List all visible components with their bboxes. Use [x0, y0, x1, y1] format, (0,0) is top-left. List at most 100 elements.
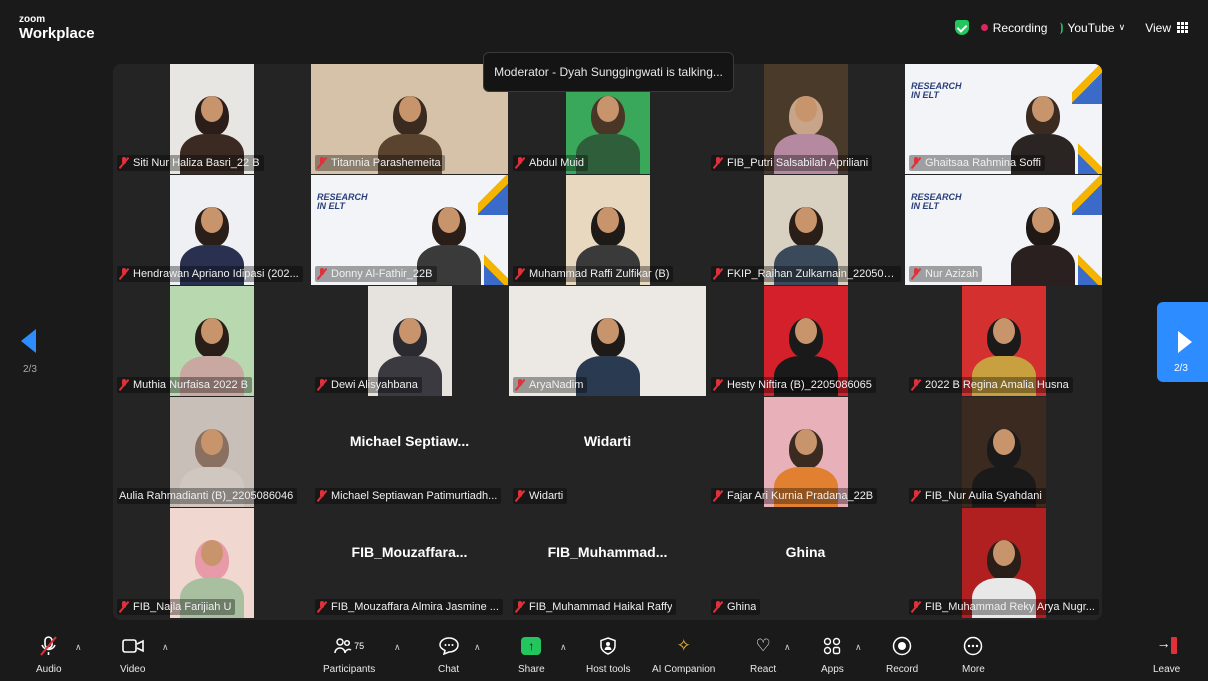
shield-check-icon[interactable]: [954, 20, 969, 35]
audio-button[interactable]: Audio: [36, 634, 62, 678]
participant-tile[interactable]: Aulia Rahmadianti (B)_2205086046: [113, 397, 310, 507]
host-tools-button[interactable]: Host tools: [586, 634, 630, 678]
share-options-caret-icon[interactable]: ∧: [560, 642, 567, 653]
participant-tile[interactable]: FIB_Muhammad... FIB_Muhammad Haikal Raffy: [509, 508, 706, 618]
participant-name-label: AryaNadim: [513, 377, 588, 393]
participant-name: FIB_Mouzaffara Almira Jasmine ...: [331, 601, 499, 613]
video-options-caret-icon[interactable]: ∧: [162, 642, 169, 653]
participant-tile[interactable]: Widarti Widarti: [509, 397, 706, 507]
arrow-left-icon: [21, 329, 36, 353]
participant-tile[interactable]: FKIP_Raihan Zulkarnain_2205086...: [707, 175, 904, 285]
prev-page-button[interactable]: 2/3: [15, 300, 51, 380]
participant-name-label: 2022 B Regina Amalia Husna: [909, 377, 1073, 393]
participants-options-caret-icon[interactable]: ∧: [394, 642, 401, 653]
muted-mic-icon: [911, 157, 921, 169]
ai-companion-label: AI Companion: [652, 664, 716, 675]
muted-mic-icon: [119, 268, 129, 280]
zoom-meeting-window: zoom Workplace Recording ⦘ YouTube ∨ Vie…: [0, 0, 1208, 681]
participant-name-label: FIB_Muhammad Haikal Raffy: [513, 599, 677, 615]
video-label: Video: [120, 664, 146, 675]
host-tools-label: Host tools: [586, 664, 631, 675]
participant-tile[interactable]: FIB_Nur Aulia Syahdani: [905, 397, 1102, 507]
apps-options-caret-icon[interactable]: ∧: [855, 642, 862, 653]
participant-tile[interactable]: FIB_Mouzaffara... FIB_Mouzaffara Almira J…: [311, 508, 508, 618]
participant-tile[interactable]: Muhammad Raffi Zulfikar (B): [509, 175, 706, 285]
react-button[interactable]: ♡ React: [750, 634, 776, 678]
participant-tile[interactable]: Dewi Alisyahbana: [311, 286, 508, 396]
muted-mic-icon: [713, 490, 723, 502]
apps-button[interactable]: Apps: [821, 634, 844, 678]
participant-name: Nur Azizah: [925, 268, 979, 280]
participants-label: Participants: [323, 664, 376, 675]
view-button[interactable]: View: [1145, 21, 1188, 35]
leave-button[interactable]: → Leave: [1153, 634, 1180, 678]
participant-name-label: Muthia Nurfaisa 2022 B: [117, 377, 252, 393]
youtube-stream-button[interactable]: ⦘ YouTube ∨: [1059, 20, 1125, 35]
record-button[interactable]: Record: [886, 634, 918, 678]
slide-title: RESEARCH IN ELT: [911, 192, 962, 212]
muted-mic-icon: [515, 490, 525, 502]
person-silhouette: [1010, 197, 1075, 285]
participant-tile[interactable]: FIB_Najla Farijiah U: [113, 508, 310, 618]
participant-tile[interactable]: 2022 B Regina Amalia Husna: [905, 286, 1102, 396]
participant-tile[interactable]: Fajar Ari Kurnia Pradana_22B: [707, 397, 904, 507]
page-indicator-left: 2/3: [23, 364, 37, 375]
participant-name-label: FIB_Najla Farijiah U: [117, 599, 236, 615]
participant-tile[interactable]: Hesty Niftira (B)_2205086065: [707, 286, 904, 396]
muted-mic-icon: [713, 157, 723, 169]
participant-name: FIB_Najla Farijiah U: [133, 601, 232, 613]
muted-mic-icon: [713, 601, 723, 613]
participant-name: FIB_Nur Aulia Syahdani: [925, 490, 1042, 502]
participant-name-label: Titannia Parashemeita: [315, 155, 445, 171]
video-button[interactable]: Video: [120, 634, 145, 678]
participant-tile[interactable]: Muthia Nurfaisa 2022 B: [113, 286, 310, 396]
person-head: [788, 318, 823, 358]
person-head: [788, 429, 823, 469]
participant-name: Michael Septiawan Patimurtiadh...: [331, 490, 498, 502]
participant-tile[interactable]: Hendrawan Apriano Idipasi (202...: [113, 175, 310, 285]
participant-name: Hendrawan Apriano Idipasi (202...: [133, 268, 299, 280]
person-face: [398, 96, 421, 122]
chat-button[interactable]: Chat: [438, 634, 459, 678]
share-button[interactable]: ↑ Share: [518, 634, 545, 678]
participant-tile[interactable]: FIB_Muhammad Reky Arya Nugr...: [905, 508, 1102, 618]
participant-tile[interactable]: Michael Septiaw... Michael Septiawan Pati…: [311, 397, 508, 507]
person-head: [1025, 96, 1060, 136]
participant-tile[interactable]: RESEARCH IN ELT Donny Al-Fathir_22B: [311, 175, 508, 285]
chat-options-caret-icon[interactable]: ∧: [474, 642, 481, 653]
share-screen-icon: ↑: [521, 634, 542, 658]
ai-companion-button[interactable]: ✧ AI Companion: [652, 634, 715, 678]
person-head: [788, 207, 823, 247]
participant-tile[interactable]: RESEARCH IN ELT Ghaitsaa Rahmina Soffi: [905, 64, 1102, 174]
person-head: [194, 96, 229, 136]
participant-name-label: Dewi Alisyahbana: [315, 377, 422, 393]
person-head: [392, 318, 427, 358]
participant-tile[interactable]: AryaNadim: [509, 286, 706, 396]
person-face: [794, 429, 817, 455]
participant-tile[interactable]: Siti Nur Haliza Basri_22 B: [113, 64, 310, 174]
top-bar: zoom Workplace Recording ⦘ YouTube ∨ Vie…: [0, 0, 1208, 48]
audio-options-caret-icon[interactable]: ∧: [75, 642, 82, 653]
next-page-button[interactable]: 2/3: [1157, 302, 1208, 382]
participant-display-name: FIB_Mouzaffara...: [351, 544, 468, 560]
chevron-down-icon: ∨: [1118, 22, 1126, 32]
grid-view-icon: [1177, 22, 1188, 33]
person-face: [200, 540, 223, 566]
person-face: [596, 96, 619, 122]
muted-mic-icon: [317, 490, 327, 502]
participant-name: Titannia Parashemeita: [331, 157, 441, 169]
person-head: [986, 540, 1021, 580]
person-head: [986, 318, 1021, 358]
participants-button[interactable]: 75 Participants: [323, 634, 375, 678]
more-button[interactable]: More: [962, 634, 985, 678]
recording-indicator[interactable]: Recording: [980, 21, 1047, 35]
participant-name: FKIP_Raihan Zulkarnain_2205086...: [727, 268, 897, 280]
person-head: [194, 429, 229, 469]
participant-tile[interactable]: Titannia Parashemeita: [311, 64, 508, 174]
participant-tile[interactable]: RESEARCH IN ELT Nur Azizah: [905, 175, 1102, 285]
participant-tile[interactable]: Ghina Ghina: [707, 508, 904, 618]
participant-tile[interactable]: FIB_Putri Salsabilah Apriliani: [707, 64, 904, 174]
person-face: [1031, 207, 1054, 233]
more-dots-icon: [963, 634, 983, 658]
react-options-caret-icon[interactable]: ∧: [784, 642, 791, 653]
